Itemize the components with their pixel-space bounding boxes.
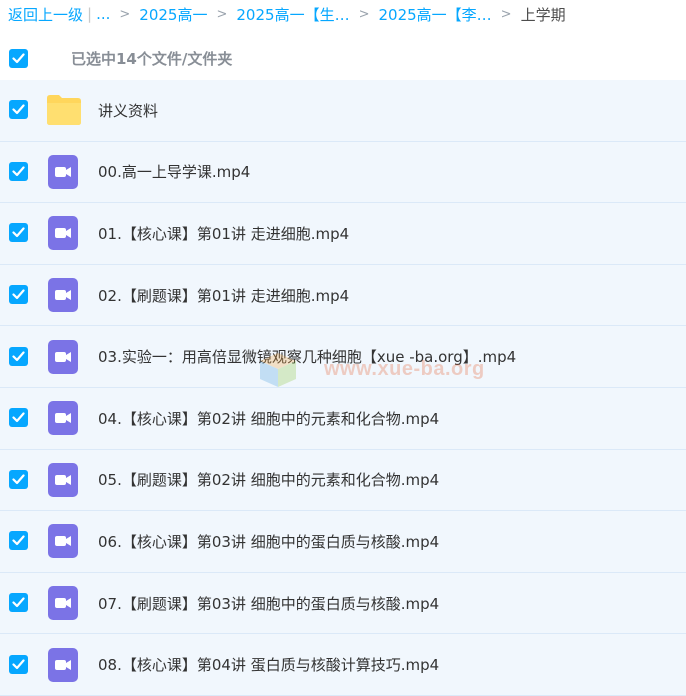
row-checkbox[interactable] [9,285,28,305]
selection-header: 已选中14个文件/文件夹 [0,40,686,76]
file-name[interactable]: 03.实验一：用高倍显微镜观察几种细胞【xue -ba.org】.mp4 [98,346,516,367]
row-checkbox[interactable] [9,408,28,428]
video-file-icon [48,586,78,621]
video-file-icon [48,278,78,313]
file-row[interactable]: 00.高一上导学课.mp4 [0,141,686,204]
checkmark-icon [12,535,25,546]
breadcrumb: 返回上一级 | ... > 2025高一 > 2025高一【生… > 2025高… [0,0,686,28]
file-row[interactable]: 03.实验一：用高倍显微镜观察几种细胞【xue -ba.org】.mp4 [0,326,686,388]
video-file-icon [48,154,78,189]
file-row[interactable]: 06.【核心课】第03讲 细胞中的蛋白质与核酸.mp4 [0,511,686,573]
file-row[interactable]: 07.【刷题课】第03讲 细胞中的蛋白质与核酸.mp4 [0,572,686,635]
selection-count: 已选中14个文件/文件夹 [71,49,233,68]
row-checkbox[interactable] [9,100,28,120]
chevron-right-icon: > [358,6,370,22]
breadcrumb-item[interactable]: 2025高一 [139,4,207,25]
checkmark-icon [12,52,25,63]
breadcrumb-divider: | [87,5,93,23]
folder-icon [47,95,81,126]
file-name[interactable]: 05.【刷题课】第02讲 细胞中的元素和化合物.mp4 [98,469,439,490]
chevron-right-icon: > [216,6,228,22]
row-checkbox[interactable] [9,654,28,674]
checkmark-icon [12,597,25,608]
row-checkbox[interactable] [9,593,28,613]
row-checkbox[interactable] [9,469,28,489]
video-file-icon [48,339,78,374]
checkmark-icon [12,659,25,669]
checkmark-icon [12,474,25,484]
video-file-icon [48,647,78,682]
chevron-right-icon: > [119,6,131,22]
row-checkbox[interactable] [9,531,28,551]
file-name[interactable]: 04.【核心课】第02讲 细胞中的元素和化合物.mp4 [98,408,439,429]
file-row[interactable]: 01.【核心课】第01讲 走进细胞.mp4 [0,203,686,265]
file-row[interactable]: 讲义资料 [0,80,686,142]
file-name[interactable]: 02.【刷题课】第01讲 走进细胞.mp4 [98,285,349,306]
breadcrumb-item[interactable]: 2025高一【李… [378,4,491,25]
file-list: 讲义资料 00.高一上导学课.mp4 01.【核心课】第01讲 走进细胞.mp4 [0,80,686,696]
file-name[interactable]: 00.高一上导学课.mp4 [98,161,250,182]
checkmark-icon [12,412,25,423]
video-file-icon [48,216,78,251]
checkmark-icon [12,227,25,238]
file-row[interactable]: 08.【核心课】第04讲 蛋白质与核酸计算技巧.mp4 [0,634,686,696]
video-file-icon [48,524,78,559]
checkmark-icon [12,166,25,176]
file-name[interactable]: 讲义资料 [98,100,158,121]
breadcrumb-ellipsis[interactable]: ... [96,5,110,23]
file-name[interactable]: 07.【刷题课】第03讲 细胞中的蛋白质与核酸.mp4 [98,593,439,614]
file-row[interactable]: 05.【刷题课】第02讲 细胞中的元素和化合物.mp4 [0,449,686,512]
video-file-icon [48,462,78,497]
file-name[interactable]: 06.【核心课】第03讲 细胞中的蛋白质与核酸.mp4 [98,531,439,552]
file-name[interactable]: 01.【核心课】第01讲 走进细胞.mp4 [98,223,349,244]
video-file-icon [48,401,78,436]
back-link[interactable]: 返回上一级 [8,4,83,25]
row-checkbox[interactable] [9,161,28,181]
chevron-right-icon: > [500,6,512,22]
breadcrumb-item[interactable]: 2025高一【生… [236,4,349,25]
breadcrumb-current: 上学期 [520,5,566,24]
file-row[interactable]: 04.【核心课】第02讲 细胞中的元素和化合物.mp4 [0,387,686,450]
checkmark-icon [12,104,25,115]
select-all-checkbox[interactable] [9,48,28,68]
row-checkbox[interactable] [9,346,28,366]
checkmark-icon [12,351,25,361]
file-name[interactable]: 08.【核心课】第04讲 蛋白质与核酸计算技巧.mp4 [98,654,439,675]
file-row[interactable]: 02.【刷题课】第01讲 走进细胞.mp4 [0,264,686,327]
checkmark-icon [12,289,25,300]
row-checkbox[interactable] [9,223,28,243]
